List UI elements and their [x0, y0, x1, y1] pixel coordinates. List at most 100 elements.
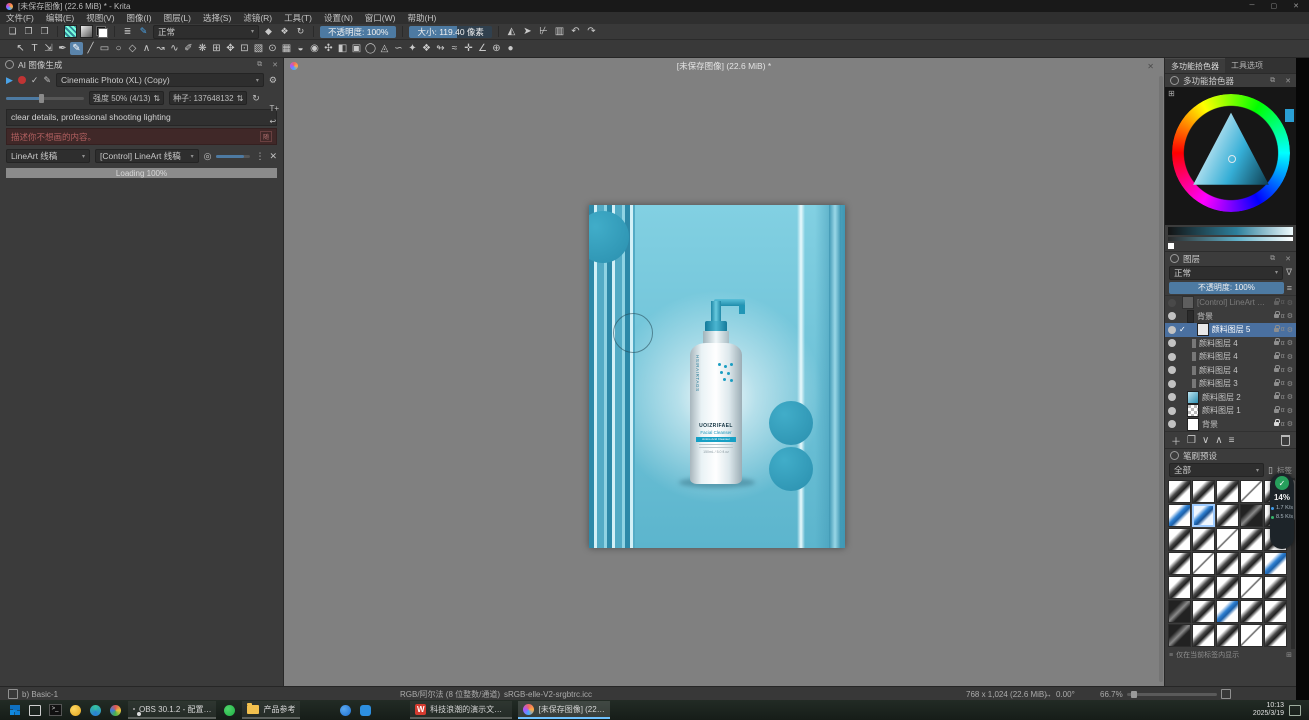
- menu-item-6[interactable]: 滤镜(R): [237, 12, 278, 24]
- layer-settings-icon[interactable]: ⚙: [1287, 393, 1293, 401]
- layer-alpha-icon[interactable]: α: [1281, 394, 1285, 401]
- layer-visibility-icon[interactable]: [1168, 393, 1176, 401]
- folder-task[interactable]: 产品参考: [242, 701, 300, 719]
- menu-item-0[interactable]: 文件(F): [0, 12, 40, 24]
- shade-strip-2[interactable]: [1168, 237, 1293, 241]
- strength-spin[interactable]: 强度 50% (4/13) ⇅: [89, 91, 164, 105]
- app-yellow-icon[interactable]: [68, 703, 82, 717]
- fill-tool-icon[interactable]: ◒: [294, 42, 307, 55]
- layer-blend-select[interactable]: 正常 ▾: [1169, 266, 1283, 280]
- menu-item-9[interactable]: 窗口(W): [359, 12, 402, 24]
- close-docker-icon[interactable]: ✕: [1285, 77, 1291, 85]
- gradient-tool-icon[interactable]: ▧: [252, 42, 265, 55]
- preset-tag-select[interactable]: 全部 ▾: [1169, 463, 1264, 477]
- taskbar-clock[interactable]: 10:13 2025/3/19: [1253, 702, 1284, 718]
- layer-settings-icon[interactable]: ⚙: [1287, 407, 1293, 415]
- zoom-mode-icon[interactable]: [1221, 689, 1231, 699]
- layer-settings-icon[interactable]: ⚙: [1287, 312, 1293, 320]
- layer-options-icon[interactable]: ≡: [1287, 283, 1292, 293]
- float-docker-icon[interactable]: ⧉: [257, 61, 262, 69]
- link-icon[interactable]: ◎: [204, 151, 212, 162]
- layer-lock-icon[interactable]: [1274, 422, 1279, 426]
- view-grid-icon[interactable]: ⊞: [1286, 651, 1292, 659]
- canvas-area[interactable]: [未保存图像] (22.6 MiB) * ✕: [284, 58, 1164, 686]
- brush-preset-11[interactable]: [1192, 528, 1215, 551]
- brush-preset-22[interactable]: [1216, 576, 1239, 599]
- model-select[interactable]: Cinematic Photo (XL) (Copy) ▾: [56, 73, 264, 87]
- layer-lock-icon[interactable]: [1274, 328, 1279, 332]
- color-sampler-tool-icon[interactable]: ⊙: [266, 42, 279, 55]
- freehand-select-tool-icon[interactable]: ∽: [392, 42, 405, 55]
- qq-browser-icon[interactable]: [338, 703, 352, 717]
- ellipse-select-tool-icon[interactable]: ◯: [364, 42, 377, 55]
- brush-preset-34[interactable]: [1264, 624, 1287, 647]
- layer-settings-icon[interactable]: ⚙: [1287, 380, 1293, 388]
- last-color-swatch[interactable]: [1168, 243, 1174, 249]
- brush-preset-0[interactable]: [1168, 480, 1191, 503]
- brush-preset-29[interactable]: [1264, 600, 1287, 623]
- security-speed-overlay[interactable]: ✓ 14% 1.7 K/s 8.5 K/s: [1270, 473, 1294, 549]
- layer-lock-icon[interactable]: [1274, 395, 1279, 399]
- layer-visibility-icon[interactable]: [1168, 326, 1176, 334]
- tab-tool-options[interactable]: 工具选项: [1225, 58, 1269, 73]
- history-back-icon[interactable]: ↩: [269, 117, 279, 126]
- footer-menu-icon[interactable]: ≡: [1169, 652, 1173, 659]
- similar-select-tool-icon[interactable]: ✦: [406, 42, 419, 55]
- assistants-tool-icon[interactable]: ✛: [462, 42, 475, 55]
- control-type-select[interactable]: LineArt 线稿 ▾: [6, 149, 90, 163]
- wechat-icon[interactable]: [222, 703, 236, 717]
- minimize-button[interactable]: ─: [1250, 2, 1255, 10]
- color-wheel-area[interactable]: ⊞: [1165, 87, 1296, 225]
- shape-select-tool-icon[interactable]: ↖: [14, 42, 27, 55]
- profile-label[interactable]: sRGB-elle-V2-srgbtrc.icc: [504, 690, 592, 699]
- brush-preset-24[interactable]: [1264, 576, 1287, 599]
- multibrush-tool-icon[interactable]: ❋: [196, 42, 209, 55]
- prompt-input[interactable]: clear details, professional shooting lig…: [6, 109, 277, 126]
- layer-lock-icon[interactable]: [1274, 314, 1279, 318]
- layer-lock-icon[interactable]: [1274, 301, 1279, 305]
- layer-settings-icon[interactable]: ⚙: [1287, 353, 1293, 361]
- apply-check-icon[interactable]: ✓: [31, 75, 39, 86]
- rotation-icon[interactable]: ↔: [1044, 690, 1052, 699]
- calligraphy-tool-icon[interactable]: ✒: [56, 42, 69, 55]
- brush-preset-23[interactable]: [1240, 576, 1263, 599]
- current-color-swatch[interactable]: [1285, 109, 1294, 122]
- float-docker-icon[interactable]: ⧉: [1270, 255, 1275, 263]
- brush-preset-33[interactable]: [1240, 624, 1263, 647]
- freehand-brush-tool-icon[interactable]: ✎: [70, 42, 83, 55]
- menu-item-10[interactable]: 帮助(H): [401, 12, 442, 24]
- edge-browser-icon[interactable]: [88, 703, 102, 717]
- layer-filter-icon[interactable]: ∇: [1286, 267, 1292, 278]
- layer-settings-icon[interactable]: ⚙: [1287, 366, 1293, 374]
- tab-color-selector[interactable]: 多功能拾色器: [1165, 58, 1225, 73]
- layer-visibility-icon[interactable]: [1168, 407, 1176, 415]
- brush-preset-30[interactable]: [1168, 624, 1191, 647]
- wrap-around-icon[interactable]: ➤: [521, 25, 534, 38]
- app-sphere-icon[interactable]: [108, 703, 122, 717]
- layer-alpha-icon[interactable]: α: [1281, 353, 1285, 360]
- layer-visibility-icon[interactable]: [1168, 339, 1176, 347]
- brush-preset-5[interactable]: [1168, 504, 1191, 527]
- start-button[interactable]: [8, 703, 22, 717]
- record-icon[interactable]: [18, 76, 26, 84]
- generate-play-icon[interactable]: ▶: [6, 75, 13, 86]
- close-docker-icon[interactable]: ✕: [272, 61, 278, 69]
- brush-preset-27[interactable]: [1216, 600, 1239, 623]
- transform-tool-icon[interactable]: ⊞: [210, 42, 223, 55]
- canvas-scrollbar[interactable]: [1159, 76, 1163, 682]
- layer-row-4[interactable]: 颜料图层 4α⚙: [1165, 350, 1296, 364]
- layer-settings-icon[interactable]: ⚙: [1287, 326, 1293, 334]
- close-docker-icon[interactable]: ✕: [1285, 255, 1291, 263]
- fg-bg-colors[interactable]: [96, 26, 108, 38]
- text-add-icon[interactable]: T+: [269, 104, 279, 113]
- move-layer-up-button[interactable]: ∧: [1215, 435, 1222, 446]
- float-docker-icon[interactable]: ⧉: [1270, 77, 1275, 85]
- layer-alpha-icon[interactable]: α: [1281, 340, 1285, 347]
- contiguous-select-tool-icon[interactable]: ❖: [420, 42, 433, 55]
- duplicate-layer-button[interactable]: ❐: [1187, 435, 1196, 446]
- zoom-tool-icon[interactable]: ⊕: [490, 42, 503, 55]
- brush-preset-25[interactable]: [1168, 600, 1191, 623]
- layer-visibility-icon[interactable]: [1168, 312, 1176, 320]
- dynamic-brush-tool-icon[interactable]: ✐: [182, 42, 195, 55]
- layer-settings-icon[interactable]: ⚙: [1287, 299, 1293, 307]
